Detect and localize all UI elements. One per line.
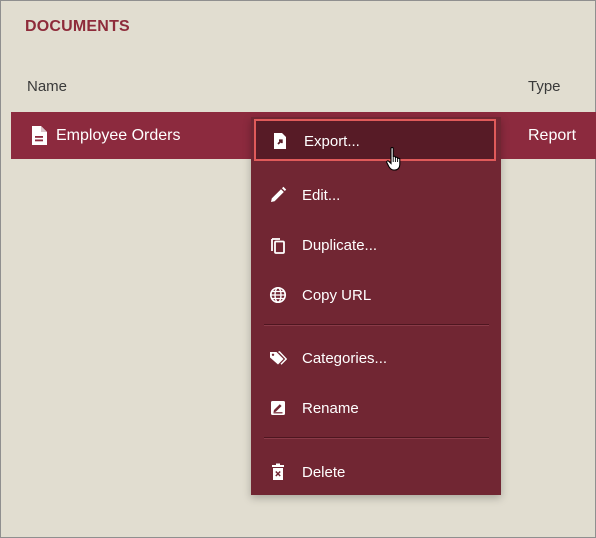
- trash-icon: [269, 463, 287, 481]
- menu-item-label: Delete: [302, 464, 346, 481]
- tags-icon: [269, 349, 288, 367]
- menu-item-label: Copy URL: [302, 287, 372, 304]
- menu-item-copy-url[interactable]: Copy URL: [251, 273, 501, 317]
- menu-divider: [264, 437, 489, 439]
- document-name: Employee Orders: [56, 127, 181, 144]
- menu-item-delete[interactable]: Delete: [251, 450, 501, 494]
- globe-icon: [269, 286, 287, 304]
- column-header-type[interactable]: Type: [528, 78, 561, 95]
- export-file-icon: [271, 132, 289, 150]
- column-header-name[interactable]: Name: [27, 78, 67, 95]
- copy-icon: [269, 236, 287, 254]
- menu-item-export[interactable]: Export...: [254, 119, 496, 161]
- menu-item-label: Export...: [304, 133, 360, 150]
- menu-item-label: Duplicate...: [302, 237, 378, 254]
- hand-pointer-icon: [386, 146, 404, 172]
- rename-icon: [269, 399, 287, 417]
- menu-item-label: Edit...: [302, 187, 341, 204]
- documents-panel: DOCUMENTS Name Type Employee Orders Repo…: [0, 0, 596, 538]
- menu-item-rename[interactable]: Rename: [251, 386, 501, 430]
- document-icon: [31, 126, 47, 145]
- menu-item-categories[interactable]: Categories...: [251, 336, 501, 380]
- section-title: DOCUMENTS: [25, 18, 130, 35]
- context-menu: Export... Edit... Duplicate... Copy URL …: [251, 117, 501, 495]
- pencil-icon: [269, 186, 287, 204]
- menu-item-label: Rename: [302, 400, 359, 417]
- menu-item-edit[interactable]: Edit...: [251, 173, 501, 217]
- document-type: Report: [528, 127, 577, 144]
- menu-item-duplicate[interactable]: Duplicate...: [251, 223, 501, 267]
- menu-item-label: Categories...: [302, 350, 388, 367]
- menu-divider: [264, 324, 489, 326]
